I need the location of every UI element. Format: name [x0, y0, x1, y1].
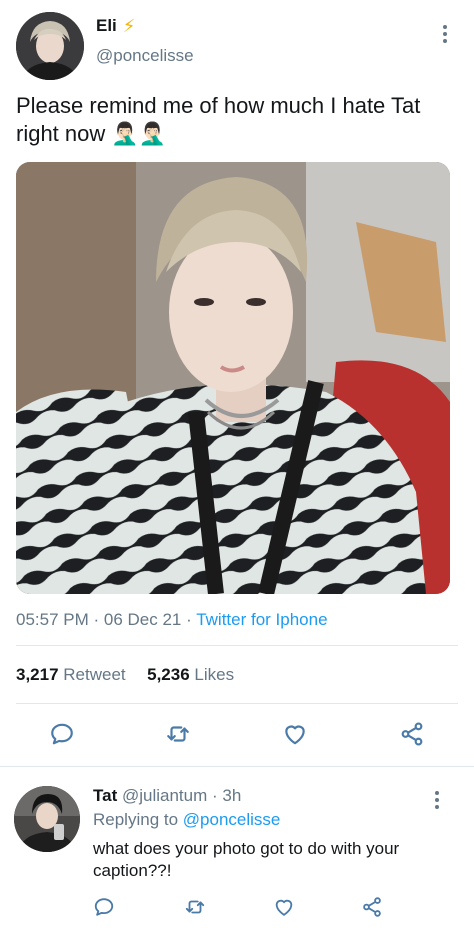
tweet-photo[interactable] [16, 162, 450, 594]
divider [0, 766, 474, 767]
divider [16, 703, 458, 704]
lightning-icon: ⚡ [122, 16, 136, 36]
reply-text: what does your photo got to do with your… [93, 839, 400, 880]
replying-to-handle[interactable]: @poncelisse [183, 810, 281, 829]
reply-icon [94, 898, 114, 916]
share-icon [401, 722, 423, 746]
reply-author-avatar[interactable] [14, 786, 80, 852]
retweet-button[interactable] [162, 718, 194, 750]
tweet-text: Please remind me of how much I hate Tat … [16, 93, 421, 146]
share-button[interactable] [396, 718, 428, 750]
tweet-time: 05:57 PM [16, 610, 89, 629]
share-icon [363, 897, 381, 917]
reply-more-options-button[interactable] [427, 786, 447, 814]
likes-label[interactable]: Likes [194, 665, 234, 684]
like-icon [275, 899, 293, 916]
reply-button[interactable] [46, 718, 78, 750]
replying-to: Replying to @poncelisse [93, 810, 280, 830]
reply-like-button[interactable] [268, 892, 300, 922]
like-icon [285, 725, 305, 745]
more-vertical-icon [443, 25, 447, 29]
more-vertical-icon [435, 791, 439, 795]
reply-icon [51, 723, 73, 745]
author-name-row: Eli ⚡ [96, 16, 135, 36]
divider [16, 645, 458, 646]
reply-header: Tat @juliantum · 3h [93, 786, 241, 806]
reply-author-handle[interactable]: @juliantum [122, 786, 207, 805]
reply-author-name[interactable]: Tat [93, 786, 117, 805]
tweet-stats: 3,217 Retweet 5,236 Likes [16, 665, 234, 685]
tweet-date: 06 Dec 21 [103, 610, 182, 629]
reply-share-button[interactable] [356, 892, 388, 922]
more-options-button[interactable] [435, 20, 455, 48]
reply-age: · 3h [212, 786, 242, 805]
meta-separator: · [88, 610, 104, 629]
retweet-count[interactable]: 3,217 [16, 665, 59, 684]
retweet-icon [167, 726, 189, 742]
tweet-source-link[interactable]: Twitter for Iphone [196, 610, 327, 629]
replying-prefix: Replying to [93, 810, 179, 829]
reply-reply-button[interactable] [88, 892, 120, 922]
author-avatar[interactable] [16, 12, 84, 80]
retweet-label[interactable]: Retweet [63, 665, 125, 684]
tweet-meta: 05:57 PM · 06 Dec 21 · Twitter for Iphon… [16, 610, 328, 630]
like-button[interactable] [279, 718, 311, 750]
author-handle[interactable]: @poncelisse [96, 46, 194, 66]
likes-count[interactable]: 5,236 [147, 665, 190, 684]
meta-separator: · [181, 610, 197, 629]
retweet-icon [185, 900, 205, 914]
reply-retweet-button[interactable] [179, 892, 211, 922]
author-name[interactable]: Eli [96, 16, 117, 36]
